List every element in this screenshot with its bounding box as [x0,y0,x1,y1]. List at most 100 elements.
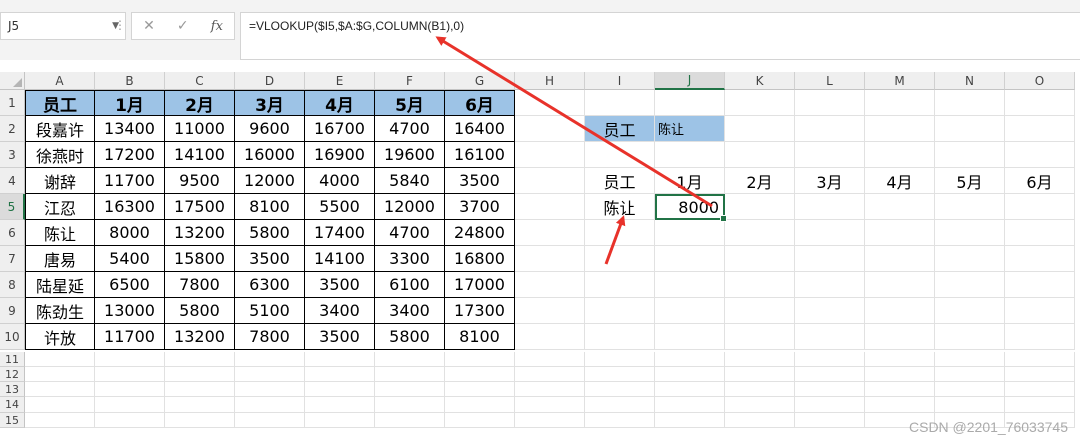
grid-cell[interactable] [865,194,935,220]
grid-cell[interactable] [375,352,445,367]
column-header-a[interactable]: A [25,72,95,90]
lookup-month-header[interactable]: 1月 [655,168,725,194]
grid-cell[interactable] [865,367,935,382]
grid-cell[interactable] [655,142,725,168]
grid-cell[interactable] [95,382,165,397]
table-cell[interactable]: 3700 [445,194,515,220]
column-header-l[interactable]: L [795,72,865,90]
grid-cell[interactable] [95,352,165,367]
grid-cell[interactable] [795,352,865,367]
grid-cell[interactable] [655,413,725,428]
column-header-f[interactable]: F [375,72,445,90]
row-header[interactable]: 12 [0,367,25,382]
column-header-j[interactable]: J [655,72,725,90]
table-cell[interactable]: 谢辞 [25,168,95,194]
grid-cell[interactable] [935,142,1005,168]
table-cell[interactable]: 17400 [305,220,375,246]
table-cell[interactable]: 12000 [375,194,445,220]
grid-cell[interactable] [935,367,1005,382]
grid-cell[interactable] [305,367,375,382]
grid-cell[interactable] [235,397,305,413]
table-cell[interactable]: 16900 [305,142,375,168]
grid-cell[interactable] [935,397,1005,413]
grid-cell[interactable] [725,220,795,246]
table-cell[interactable]: 14100 [305,246,375,272]
grid-cell[interactable] [515,194,585,220]
grid-cell[interactable] [795,413,865,428]
grid-cell[interactable] [1005,194,1075,220]
grid-cell[interactable] [795,382,865,397]
active-cell-j5[interactable]: 8000 [655,194,727,222]
grid-cell[interactable] [795,367,865,382]
grid-cell[interactable] [865,382,935,397]
grid-cell[interactable] [165,397,235,413]
table-cell[interactable]: 8000 [95,220,165,246]
grid-cell[interactable] [725,142,795,168]
grid-cell[interactable] [655,367,725,382]
grid-cell[interactable] [445,413,515,428]
grid-cell[interactable] [1005,367,1075,382]
table-cell[interactable]: 5840 [375,168,445,194]
grid-cell[interactable] [795,116,865,142]
table-cell[interactable]: 3500 [305,272,375,298]
grid-cell[interactable] [515,116,585,142]
grid-cell[interactable] [725,382,795,397]
table-cell[interactable]: 17300 [445,298,515,324]
column-header-h[interactable]: H [515,72,585,90]
table-cell[interactable]: 6300 [235,272,305,298]
table-cell[interactable]: 3500 [445,168,515,194]
grid-cell[interactable] [935,194,1005,220]
grid-cell[interactable] [585,367,655,382]
row-header[interactable]: 15 [0,413,25,428]
insert-function-icon[interactable]: fx [211,19,223,34]
grid-cell[interactable] [655,397,725,413]
column-header-g[interactable]: G [445,72,515,90]
lookup-input-value[interactable]: 陈让 [655,116,725,142]
grid-cell[interactable] [795,246,865,272]
table-cell[interactable]: 13000 [95,298,165,324]
grid-cell[interactable] [865,324,935,350]
grid-cell[interactable] [445,367,515,382]
grid-cell[interactable] [585,382,655,397]
grid-cell[interactable] [445,382,515,397]
grid-cell[interactable] [1005,90,1075,116]
grid-cell[interactable] [515,142,585,168]
table-cell[interactable]: 3500 [235,246,305,272]
row-header[interactable]: 4 [0,168,25,194]
table-cell[interactable]: 7800 [165,272,235,298]
table-cell[interactable]: 陈让 [25,220,95,246]
grid-cell[interactable] [935,382,1005,397]
grid-cell[interactable] [235,382,305,397]
table-cell[interactable]: 7800 [235,324,305,350]
grid-cell[interactable] [725,367,795,382]
table-header-cell[interactable]: 3月 [235,90,305,116]
grid-cell[interactable] [235,352,305,367]
grid-cell[interactable] [935,90,1005,116]
grid-cell[interactable] [585,397,655,413]
table-cell[interactable]: 12000 [235,168,305,194]
table-cell[interactable]: 陆星延 [25,272,95,298]
grid-cell[interactable] [585,272,655,298]
table-cell[interactable]: 24800 [445,220,515,246]
table-cell[interactable]: 13200 [165,220,235,246]
grid-cell[interactable] [795,142,865,168]
grid-cell[interactable] [515,168,585,194]
table-header-cell[interactable]: 4月 [305,90,375,116]
grid-cell[interactable] [725,324,795,350]
grid-cell[interactable] [725,413,795,428]
table-cell[interactable]: 17500 [165,194,235,220]
column-header-c[interactable]: C [165,72,235,90]
grid-cell[interactable] [865,116,935,142]
grid-cell[interactable] [515,246,585,272]
table-cell[interactable]: 16700 [305,116,375,142]
grid-cell[interactable] [515,298,585,324]
table-cell[interactable]: 11000 [165,116,235,142]
table-header-cell[interactable]: 员工 [25,90,95,116]
lookup-input-label[interactable]: 员工 [585,116,655,142]
row-header[interactable]: 13 [0,382,25,397]
grid-cell[interactable] [655,90,725,116]
table-cell[interactable]: 16300 [95,194,165,220]
grid-cell[interactable] [935,220,1005,246]
table-cell[interactable]: 16800 [445,246,515,272]
grid-cell[interactable] [935,116,1005,142]
